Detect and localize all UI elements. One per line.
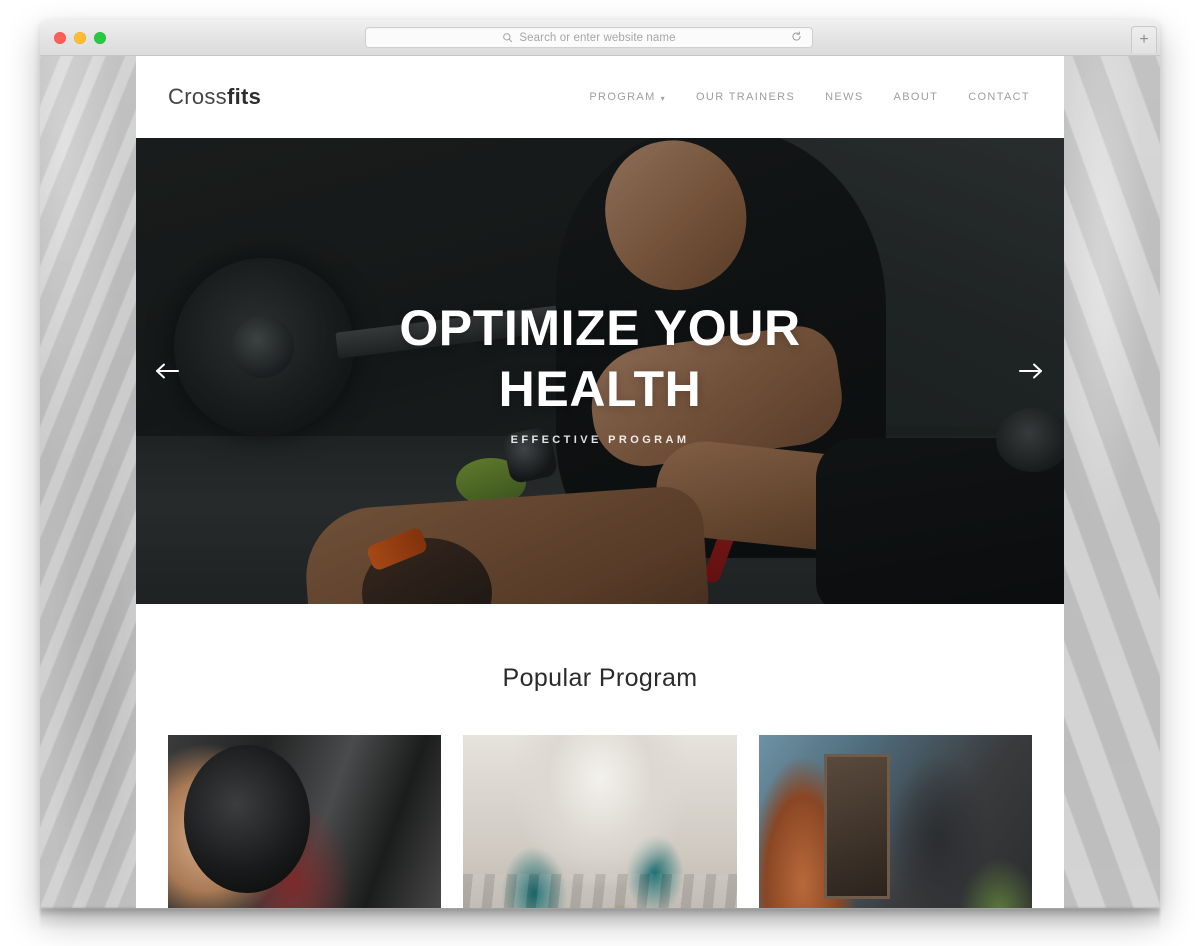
nav-label-contact: CONTACT <box>968 91 1030 103</box>
program-card[interactable] <box>758 735 1032 908</box>
screenshot-stage: Search or enter website name + Crossfits… <box>0 0 1200 946</box>
browser-window: Search or enter website name + Crossfits… <box>40 20 1160 908</box>
program-card-grid <box>136 693 1064 908</box>
program-card-image <box>168 735 442 908</box>
site-header: Crossfits PROGRAM ▾ OUR TRAINERS NEWS AB… <box>136 56 1064 138</box>
new-tab-button[interactable]: + <box>1131 26 1157 53</box>
close-window-button[interactable] <box>54 32 66 44</box>
logo-text-light: Cross <box>168 84 227 109</box>
minimize-window-button[interactable] <box>74 32 86 44</box>
logo-text-bold: fits <box>226 84 262 109</box>
website-content: Crossfits PROGRAM ▾ OUR TRAINERS NEWS AB… <box>136 56 1064 908</box>
browser-titlebar: Search or enter website name + <box>40 20 1160 56</box>
main-navigation: PROGRAM ▾ OUR TRAINERS NEWS ABOUT CONTAC… <box>589 91 1030 103</box>
hero-title: OPTIMIZE YOUR HEALTH <box>399 300 801 417</box>
hero-prev-arrow-icon[interactable] <box>150 354 184 388</box>
hero-subtitle: EFFECTIVE PROGRAM <box>510 434 690 446</box>
hero-slider: OPTIMIZE YOUR HEALTH EFFECTIVE PROGRAM <box>136 138 1064 604</box>
nav-item-about[interactable]: ABOUT <box>894 91 939 103</box>
program-card[interactable] <box>168 735 442 908</box>
plus-icon: + <box>1139 31 1149 48</box>
hero-copy: OPTIMIZE YOUR HEALTH EFFECTIVE PROGRAM <box>136 298 1064 446</box>
hero-next-arrow-icon[interactable] <box>1014 354 1048 388</box>
nav-item-news[interactable]: NEWS <box>825 91 863 103</box>
nav-label-news: NEWS <box>825 91 864 103</box>
popular-program-section: Popular Program <box>136 604 1064 908</box>
nav-item-our-trainers[interactable]: OUR TRAINERS <box>696 91 795 103</box>
nav-item-contact[interactable]: CONTACT <box>968 91 1030 103</box>
program-card[interactable] <box>463 735 737 908</box>
program-card-image <box>463 735 737 908</box>
nav-label-our-trainers: OUR TRAINERS <box>696 91 796 103</box>
browser-viewport: Crossfits PROGRAM ▾ OUR TRAINERS NEWS AB… <box>40 56 1160 908</box>
nav-label-about: ABOUT <box>893 91 939 103</box>
address-bar[interactable]: Search or enter website name <box>365 27 813 48</box>
program-card-image <box>758 735 1032 908</box>
chevron-down-icon: ▾ <box>660 93 667 103</box>
site-logo[interactable]: Crossfits <box>168 84 261 110</box>
window-drop-shadow <box>40 908 1160 930</box>
maximize-window-button[interactable] <box>94 32 106 44</box>
viewport-backdrop-right <box>1064 56 1160 908</box>
address-bar-placeholder: Search or enter website name <box>519 31 676 44</box>
section-title: Popular Program <box>502 664 698 692</box>
nav-label-program: PROGRAM <box>589 91 656 103</box>
search-icon <box>503 33 513 43</box>
viewport-backdrop-left <box>40 56 136 908</box>
nav-item-program[interactable]: PROGRAM ▾ <box>589 91 666 103</box>
reload-icon[interactable] <box>791 29 802 47</box>
window-controls <box>54 32 106 44</box>
